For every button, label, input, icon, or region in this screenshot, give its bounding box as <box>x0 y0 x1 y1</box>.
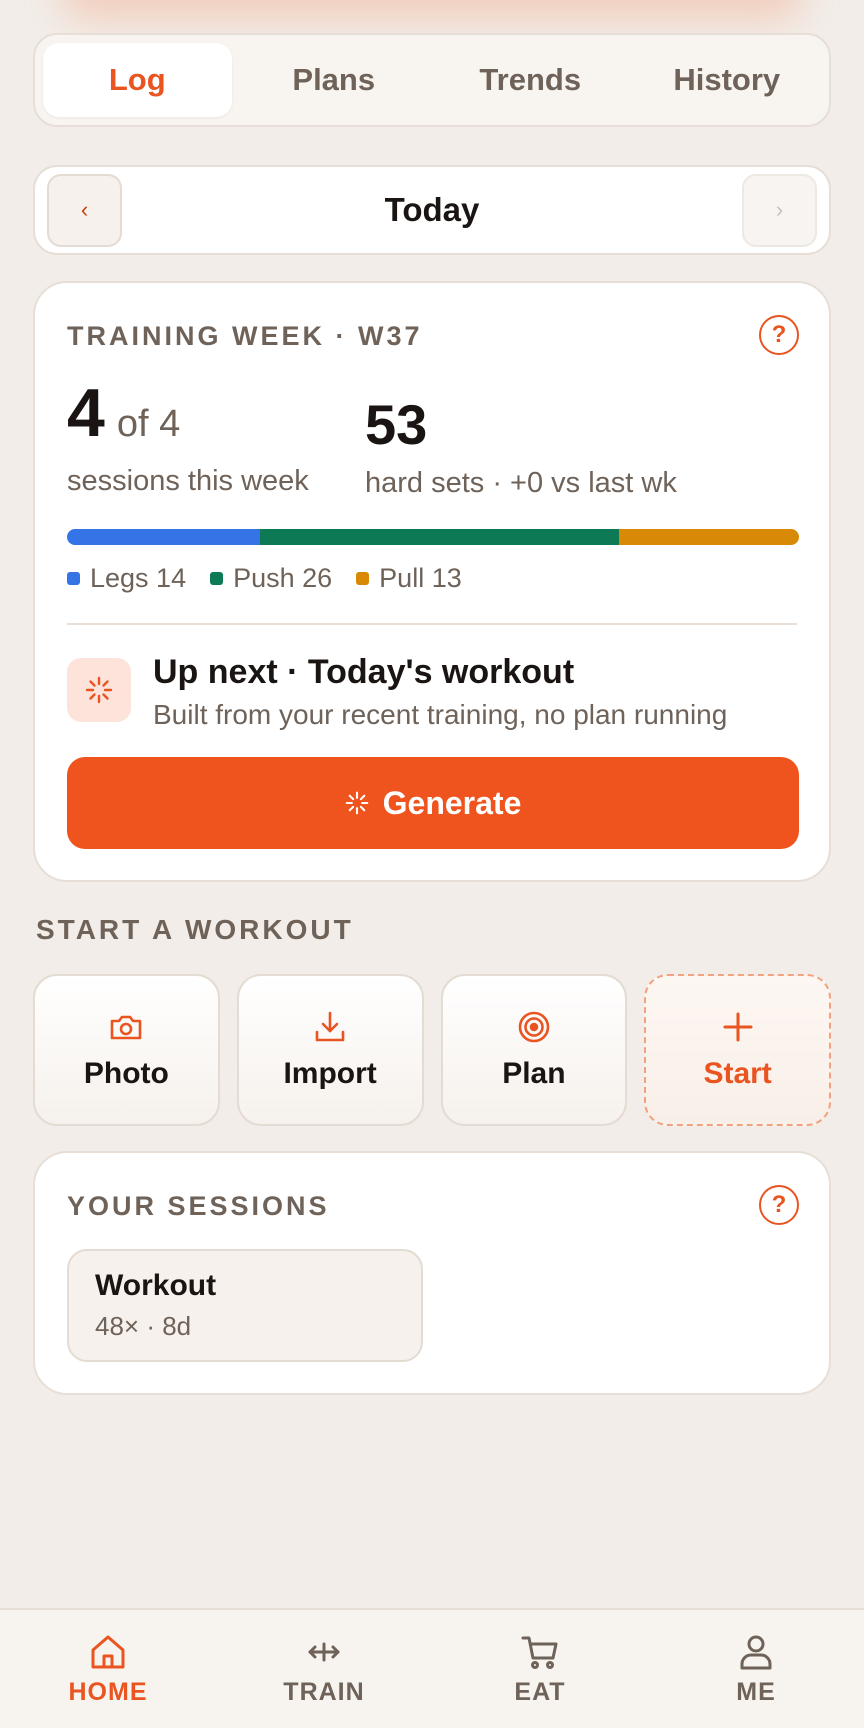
divider <box>67 623 797 625</box>
nav-me[interactable]: ME <box>648 1610 864 1728</box>
bottom-nav: HOME TRAIN EAT ME <box>0 1608 864 1728</box>
target-icon <box>518 1011 550 1043</box>
breakdown-segment <box>260 529 620 545</box>
photo-button[interactable]: Photo <box>33 974 220 1126</box>
legend-label-legs: Legs 14 <box>90 563 187 593</box>
help-icon[interactable]: ? <box>759 315 799 355</box>
download-icon <box>315 1011 345 1042</box>
photo-label: Photo <box>83 1057 169 1090</box>
plan-label: Plan <box>502 1057 566 1090</box>
generate-button[interactable]: Generate <box>67 757 799 849</box>
import-label: Import <box>283 1057 377 1090</box>
nav-me-label: ME <box>736 1677 776 1706</box>
sparkle-icon <box>67 658 131 722</box>
session-title: Workout <box>95 1269 217 1302</box>
up-next-title: Up next · Today's workout <box>153 653 575 691</box>
up-next-subtitle: Built from your recent training, no plan… <box>153 699 728 730</box>
sparkle-icon <box>345 791 368 815</box>
segmented-tabs: Log Plans Trends History <box>33 33 831 127</box>
plan-button[interactable]: Plan <box>440 974 628 1126</box>
sessions-count: 4 of 4 <box>67 379 180 447</box>
start-button[interactable]: Start <box>644 974 831 1126</box>
breakdown-segment <box>67 529 261 545</box>
breakdown-legend: Legs 14 Push 26 Pull 13 <box>67 563 462 594</box>
start-workout-heading: START A WORKOUT <box>36 914 354 945</box>
nav-eat[interactable]: EAT <box>432 1610 648 1728</box>
sessions-total: of 4 <box>116 403 181 445</box>
nav-train-label: TRAIN <box>283 1677 365 1706</box>
session-chip[interactable]: Workout 48× · 8d <box>67 1249 423 1362</box>
person-icon <box>740 1635 772 1669</box>
start-label: Start <box>703 1057 772 1090</box>
import-button[interactable]: Import <box>236 974 424 1126</box>
hard-sets-label: hard sets · +0 vs last wk <box>365 467 677 499</box>
legend-item-legs: Legs 14 <box>67 563 186 594</box>
your-sessions-heading: YOUR SESSIONS <box>67 1191 330 1221</box>
sessions-label: sessions this week <box>67 465 309 497</box>
nav-home[interactable]: HOME <box>0 1610 216 1728</box>
day-navigator: ‹ Today › <box>33 165 831 255</box>
tab-trends[interactable]: Trends <box>436 43 625 117</box>
start-workout-actions: Photo Import Plan Start <box>33 974 831 1126</box>
tab-plans[interactable]: Plans <box>240 43 429 117</box>
arrows-icon <box>308 1642 340 1661</box>
legend-item-push: Push 26 <box>210 563 332 594</box>
legend-item-pull: Pull 13 <box>356 563 462 594</box>
legend-label-pull: Pull 13 <box>379 563 462 593</box>
session-meta: 48× · 8d <box>95 1311 192 1341</box>
your-sessions-card: YOUR SESSIONS ? Workout 48× · 8d <box>33 1151 831 1395</box>
breakdown-segment <box>619 529 799 545</box>
training-week-card: TRAINING WEEK · W37 ? 4 of 4 sessions th… <box>33 281 831 882</box>
legend-label-push: Push 26 <box>233 563 333 593</box>
tab-history[interactable]: History <box>633 43 822 117</box>
tab-log[interactable]: Log <box>43 43 232 117</box>
day-title: Today <box>384 191 480 228</box>
help-icon[interactable]: ? <box>759 1185 799 1225</box>
training-week-heading: TRAINING WEEK · W37 <box>67 321 423 351</box>
hard-sets-count: 53 <box>365 393 428 456</box>
cart-icon <box>521 1636 558 1669</box>
legend-swatch-legs <box>67 572 80 585</box>
legend-swatch-pull <box>356 572 370 585</box>
top-glow <box>60 0 804 20</box>
generate-label: Generate <box>382 784 522 821</box>
next-day-button[interactable]: › <box>741 173 817 247</box>
nav-eat-label: EAT <box>514 1677 566 1706</box>
legend-swatch-push <box>210 572 224 585</box>
muscle-breakdown-bar <box>67 529 799 545</box>
camera-icon <box>111 1015 142 1040</box>
prev-day-button[interactable]: ‹ <box>47 173 122 247</box>
nav-home-label: HOME <box>68 1677 148 1706</box>
home-icon <box>91 1635 125 1668</box>
nav-train[interactable]: TRAIN <box>216 1610 432 1728</box>
plus-icon <box>723 1012 753 1042</box>
sessions-done: 4 <box>67 375 105 451</box>
